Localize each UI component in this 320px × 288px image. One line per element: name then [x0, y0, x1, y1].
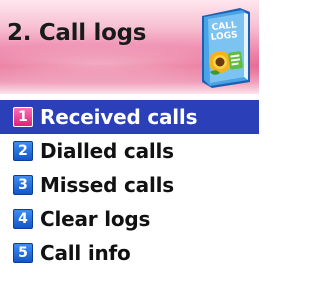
menu-item-label: Received calls: [40, 105, 198, 129]
number-badge: 5: [13, 243, 33, 263]
menu-item-label: Missed calls: [40, 173, 174, 197]
number-badge: 4: [13, 209, 33, 229]
number-badge: 3: [13, 175, 33, 195]
menu-item-label: Call info: [40, 241, 131, 265]
menu-item-label: Clear logs: [40, 207, 151, 231]
number-badge: 2: [13, 141, 33, 161]
call-logs-book-icon: CALL LOGS: [202, 8, 250, 88]
menu-item-received-calls[interactable]: 1 Received calls: [0, 100, 259, 134]
menu-item-clear-logs[interactable]: 4 Clear logs: [0, 202, 259, 236]
header-banner: 2. Call logs CALL LOGS: [0, 0, 259, 94]
menu-item-label: Dialled calls: [40, 139, 174, 163]
menu-item-call-info[interactable]: 5 Call info: [0, 236, 259, 270]
menu-item-missed-calls[interactable]: 3 Missed calls: [0, 168, 259, 202]
menu-item-dialled-calls[interactable]: 2 Dialled calls: [0, 134, 259, 168]
call-logs-menu: 1 Received calls 2 Dialled calls 3 Misse…: [0, 100, 259, 270]
page-title: 2. Call logs: [7, 20, 147, 46]
phone-screen: 2. Call logs CALL LOGS 1 Received calls …: [0, 0, 259, 288]
number-badge: 1: [13, 107, 33, 127]
